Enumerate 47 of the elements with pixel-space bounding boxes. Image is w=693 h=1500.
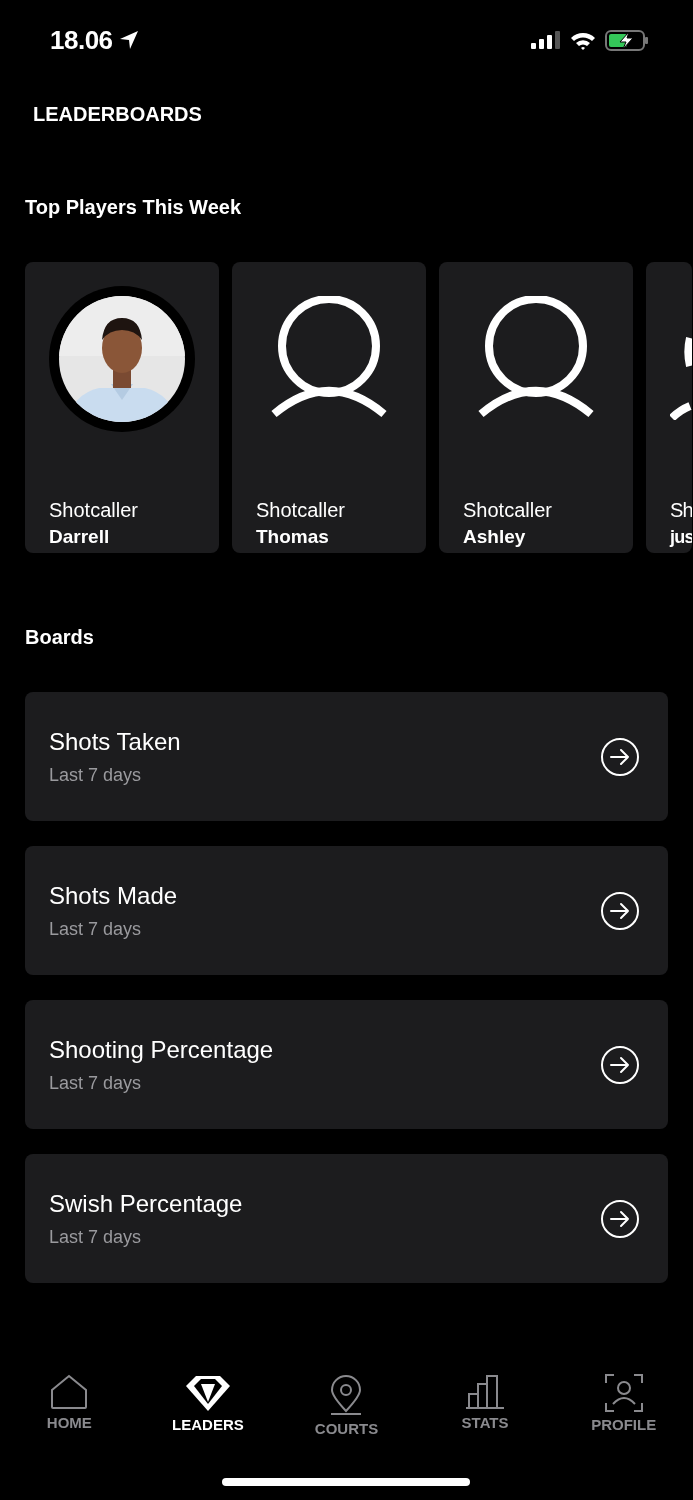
player-name: Thomas — [256, 526, 330, 548]
player-card[interactable]: Shotcaller Ashley — [439, 262, 633, 553]
player-name: Shotcaller — [49, 498, 139, 522]
tab-button[interactable]: HOME — [14, 1374, 125, 1437]
player-name: Sh — [670, 498, 692, 522]
home-icon — [50, 1374, 89, 1410]
section-heading: Top Players This Week — [25, 195, 242, 219]
tab-button[interactable]: COURTS — [291, 1374, 402, 1437]
tab-button[interactable]: LEADERS — [152, 1374, 263, 1437]
person-icon — [270, 296, 388, 420]
profile-scan-icon — [604, 1374, 643, 1412]
board-title: Shots Made — [49, 881, 178, 910]
person-icon — [477, 296, 595, 420]
battery-charging-icon — [605, 29, 649, 51]
board-card[interactable]: Swish Percentage Last 7 days — [25, 1154, 668, 1283]
board-title: Swish Percentage — [49, 1189, 243, 1218]
arrow-right-circle-icon — [600, 1198, 640, 1239]
clock-time: 18.06 — [50, 24, 113, 56]
arrow-right-circle-icon — [600, 890, 640, 931]
board-card[interactable]: Shots Taken Last 7 days — [25, 692, 668, 821]
player-card[interactable]: Shotcaller Thomas — [232, 262, 426, 553]
arrow-right-circle-icon — [600, 736, 640, 777]
tab-button[interactable]: STATS — [430, 1374, 541, 1437]
board-card[interactable]: Shooting Percentage Last 7 days — [25, 1000, 668, 1129]
player-name: Ashley — [463, 526, 527, 548]
board-subtitle: Last 7 days — [49, 763, 143, 786]
arrow-right-circle-icon — [600, 1044, 640, 1085]
board-title: Shooting Percentage — [49, 1035, 274, 1064]
player-card[interactable]: Sh jus — [646, 262, 692, 553]
board-card[interactable]: Shots Made Last 7 days — [25, 846, 668, 975]
bar-chart-icon — [465, 1374, 506, 1410]
player-card[interactable]: Shotcaller Darrell — [25, 262, 219, 553]
section-heading: Boards — [25, 625, 95, 649]
board-title: Shots Taken — [49, 727, 181, 756]
board-subtitle: Last 7 days — [49, 1071, 143, 1094]
location-arrow-icon — [118, 30, 139, 50]
board-subtitle: Last 7 days — [49, 1225, 143, 1248]
player-name: Darrell — [49, 526, 111, 548]
player-name: Shotcaller — [256, 498, 346, 522]
signal-icon — [531, 31, 561, 49]
board-subtitle: Last 7 days — [49, 917, 143, 940]
tab-button[interactable]: PROFILE — [568, 1374, 679, 1437]
wifi-icon — [570, 30, 596, 50]
player-name: Shotcaller — [463, 498, 553, 522]
player-name: jus — [670, 526, 692, 548]
diamond-icon — [183, 1374, 232, 1412]
page-title: LEADERBOARDS — [33, 102, 203, 126]
